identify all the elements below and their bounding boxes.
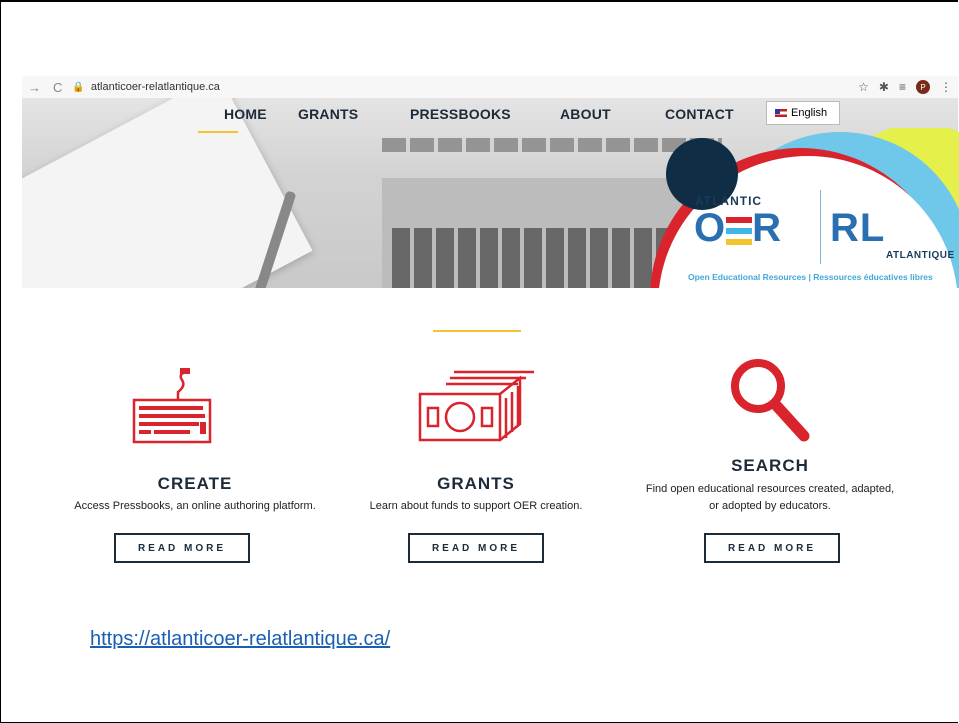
create-card: CREATE (95, 474, 295, 494)
language-label: English (791, 107, 828, 119)
search-icon (731, 359, 810, 442)
keyboard-icon (132, 368, 212, 444)
site-logo[interactable]: ATLANTIC OR RL ATLANTIQUE Open Education… (650, 128, 959, 288)
create-read-more-button[interactable]: READ MORE (114, 533, 250, 563)
browser-address-bar[interactable]: → C 🔒 atlanticoer-relatlantique.ca ☆ ✱ ≡… (22, 76, 958, 98)
footer-url-link[interactable]: https://atlanticoer-relatlantique.ca/ (90, 628, 390, 651)
grants-title: GRANTS (437, 474, 515, 493)
keyboard-image (392, 228, 692, 288)
create-description-wrap: Access Pressbooks, an online authoring p… (40, 498, 350, 515)
lock-icon: 🔒 (72, 81, 85, 93)
grants-card: GRANTS (376, 474, 576, 494)
url-text[interactable]: atlanticoer-relatlantique.ca (91, 81, 220, 93)
search-card: SEARCH (670, 456, 870, 476)
nav-pressbooks[interactable]: PRESSBOOKS (410, 106, 511, 122)
search-description-line1: Find open educational resources created,… (645, 483, 895, 495)
grants-description: Learn about funds to support OER creatio… (369, 500, 583, 512)
section-divider (433, 330, 521, 332)
logo-rel: RL (830, 206, 886, 250)
logo-divider (820, 190, 821, 264)
logo-oer: OR (694, 206, 783, 250)
search-title: SEARCH (731, 456, 809, 475)
forward-icon[interactable]: → (28, 80, 41, 95)
reload-icon[interactable]: C (53, 80, 62, 95)
language-selector[interactable]: English (766, 101, 840, 125)
create-description: Access Pressbooks, an online authoring p… (74, 500, 316, 512)
avatar[interactable]: P (916, 80, 930, 94)
grants-read-more-button[interactable]: READ MORE (408, 533, 544, 563)
star-icon[interactable]: ☆ (858, 80, 869, 94)
create-title: CREATE (157, 474, 233, 493)
search-description-wrap: Find open educational resources created,… (630, 481, 910, 514)
logo-e-stripes (726, 217, 753, 245)
logo-tagline: Open Educational Resources | Ressources … (688, 272, 933, 282)
nav-active-indicator (198, 131, 238, 133)
nav-about[interactable]: ABOUT (560, 106, 611, 122)
logo-atlantique: ATLANTIQUE (886, 250, 955, 261)
grants-description-wrap: Learn about funds to support OER creatio… (326, 498, 626, 515)
nav-contact[interactable]: CONTACT (665, 106, 734, 122)
search-description-line2: or adopted by educators. (709, 499, 831, 512)
menu-icon[interactable]: ⋮ (940, 80, 952, 94)
money-icon (418, 370, 534, 442)
us-flag-icon (775, 109, 787, 117)
extensions-icon[interactable]: ✱ (879, 80, 889, 94)
nav-home[interactable]: HOME (224, 106, 267, 122)
search-read-more-button[interactable]: READ MORE (704, 533, 840, 563)
reading-list-icon[interactable]: ≡ (899, 80, 906, 94)
nav-grants[interactable]: GRANTS (298, 106, 358, 122)
